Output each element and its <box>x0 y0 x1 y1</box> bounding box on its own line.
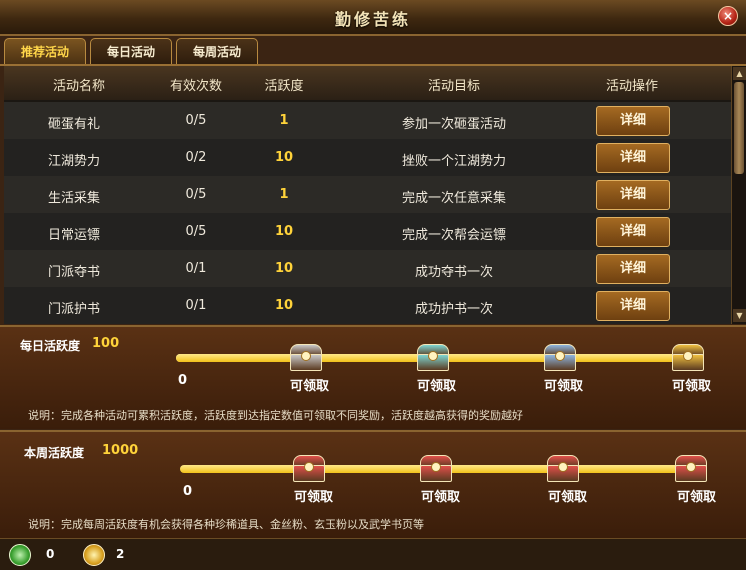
chest-icon[interactable] <box>415 344 449 371</box>
activity-name: 江湖势力 <box>47 154 100 169</box>
table-row: 门派夺书 0/1 10 成功夺书一次 详细 <box>4 250 731 287</box>
activity-points: 10 <box>274 298 294 313</box>
tab-recommended[interactable]: 推荐活动 <box>4 38 86 66</box>
claim-label[interactable]: 可领取 <box>677 486 716 505</box>
col-header-points: 活跃度 <box>264 79 304 94</box>
activity-goal: 完成一次帮会运镖 <box>401 228 506 243</box>
activity-count: 0/5 <box>185 113 207 128</box>
activity-points: 1 <box>279 187 289 202</box>
jade-coin-count: 0 <box>46 547 55 561</box>
activity-name: 门派护书 <box>47 302 100 317</box>
details-button[interactable]: 详细 <box>596 143 670 173</box>
scroll-thumb[interactable] <box>734 82 744 174</box>
claim-label[interactable]: 可领取 <box>544 375 583 394</box>
activity-name: 砸蛋有礼 <box>47 117 100 132</box>
activity-goal: 成功护书一次 <box>414 302 493 317</box>
claim-label[interactable]: 可领取 <box>417 375 456 394</box>
gold-coin-count: 2 <box>116 547 125 561</box>
currency-bar: 0 2 <box>0 538 746 570</box>
details-button[interactable]: 详细 <box>596 254 670 284</box>
claim-label[interactable]: 可领取 <box>421 486 460 505</box>
col-header-goal: 活动目标 <box>427 79 480 94</box>
table-row: 日常运镖 0/5 10 完成一次帮会运镖 详细 <box>4 213 731 250</box>
activity-points: 10 <box>274 261 294 276</box>
activity-goal: 完成一次任意采集 <box>401 191 506 206</box>
activity-goal: 成功夺书一次 <box>414 265 493 280</box>
daily-start-value: 0 <box>178 373 188 388</box>
daily-activity-label: 每日活跃度 <box>20 339 81 353</box>
scroll-down-icon[interactable]: ▼ <box>733 309 746 322</box>
window-title: 勤修苦练 <box>334 10 411 29</box>
activity-count: 0/1 <box>185 261 207 276</box>
col-header-name: 活动名称 <box>52 79 105 94</box>
details-button[interactable]: 详细 <box>596 106 670 136</box>
scroll-up-icon[interactable]: ▲ <box>733 67 746 80</box>
daily-activity-panel: 每日活跃度 100 0 可领取 可领取 可领取 可领取 说明：完成各种活动可累积… <box>0 325 746 429</box>
activity-count: 0/2 <box>185 150 207 165</box>
tab-daily[interactable]: 每日活动 <box>90 38 172 66</box>
chest-icon[interactable] <box>291 455 325 482</box>
claim-label[interactable]: 可领取 <box>548 486 587 505</box>
weekly-activity-value: 1000 <box>102 443 139 458</box>
table-row: 砸蛋有礼 0/5 1 参加一次砸蛋活动 详细 <box>4 102 731 139</box>
weekly-note: 说明：完成每周活跃度有机会获得各种珍稀道具、金丝粉、玄玉粉以及武学书页等 <box>28 518 424 531</box>
claim-label[interactable]: 可领取 <box>294 486 333 505</box>
activity-goal: 参加一次砸蛋活动 <box>401 117 506 132</box>
activity-count: 0/5 <box>185 224 207 239</box>
close-icon: × <box>722 9 734 23</box>
activity-points: 10 <box>274 224 294 239</box>
claim-label[interactable]: 可领取 <box>672 375 711 394</box>
activity-points: 1 <box>279 113 289 128</box>
close-button[interactable]: × <box>718 6 738 26</box>
details-button[interactable]: 详细 <box>596 291 670 321</box>
activity-name: 日常运镖 <box>47 228 100 243</box>
activity-goal: 挫败一个江湖势力 <box>401 154 506 169</box>
chest-icon[interactable] <box>673 455 707 482</box>
title-bar: 勤修苦练 × <box>0 0 746 36</box>
tab-weekly[interactable]: 每周活动 <box>176 38 258 66</box>
chest-icon[interactable] <box>542 344 576 371</box>
activity-window: 勤修苦练 × 推荐活动 每日活动 每周活动 活动名称 有效次数 活跃度 活动目标… <box>0 0 746 570</box>
gold-coin-icon <box>83 544 105 566</box>
weekly-activity-panel: 本周活跃度 1000 0 可领取 可领取 可领取 可领取 说明：完成每周活跃度有… <box>0 430 746 538</box>
details-button[interactable]: 详细 <box>596 180 670 210</box>
chest-icon[interactable] <box>418 455 452 482</box>
daily-activity-value: 100 <box>92 336 120 351</box>
table-row: 生活采集 0/5 1 完成一次任意采集 详细 <box>4 176 731 213</box>
weekly-start-value: 0 <box>183 484 193 499</box>
table-row: 江湖势力 0/2 10 挫败一个江湖势力 详细 <box>4 139 731 176</box>
chest-icon[interactable] <box>288 344 322 371</box>
activity-count: 0/5 <box>185 187 207 202</box>
jade-coin-icon <box>9 544 31 566</box>
chest-icon[interactable] <box>670 344 704 371</box>
col-header-count: 有效次数 <box>169 79 222 94</box>
chest-icon[interactable] <box>545 455 579 482</box>
activity-name: 生活采集 <box>47 191 100 206</box>
weekly-activity-label: 本周活跃度 <box>24 446 85 460</box>
daily-note: 说明：完成各种活动可累积活跃度，活跃度到达指定数值可领取不同奖励，活跃度越高获得… <box>28 409 523 422</box>
table-row: 门派护书 0/1 10 成功护书一次 详细 <box>4 287 731 324</box>
activity-points: 10 <box>274 150 294 165</box>
col-header-action: 活动操作 <box>605 79 658 94</box>
activity-name: 门派夺书 <box>47 265 100 280</box>
details-button[interactable]: 详细 <box>596 217 670 247</box>
table-scrollbar[interactable]: ▲ ▼ <box>731 66 746 324</box>
activity-count: 0/1 <box>185 298 207 313</box>
activity-table: 活动名称 有效次数 活跃度 活动目标 活动操作 砸蛋有礼 0/5 1 参加一次砸… <box>4 66 731 324</box>
claim-label[interactable]: 可领取 <box>290 375 329 394</box>
table-header: 活动名称 有效次数 活跃度 活动目标 活动操作 <box>4 66 731 100</box>
